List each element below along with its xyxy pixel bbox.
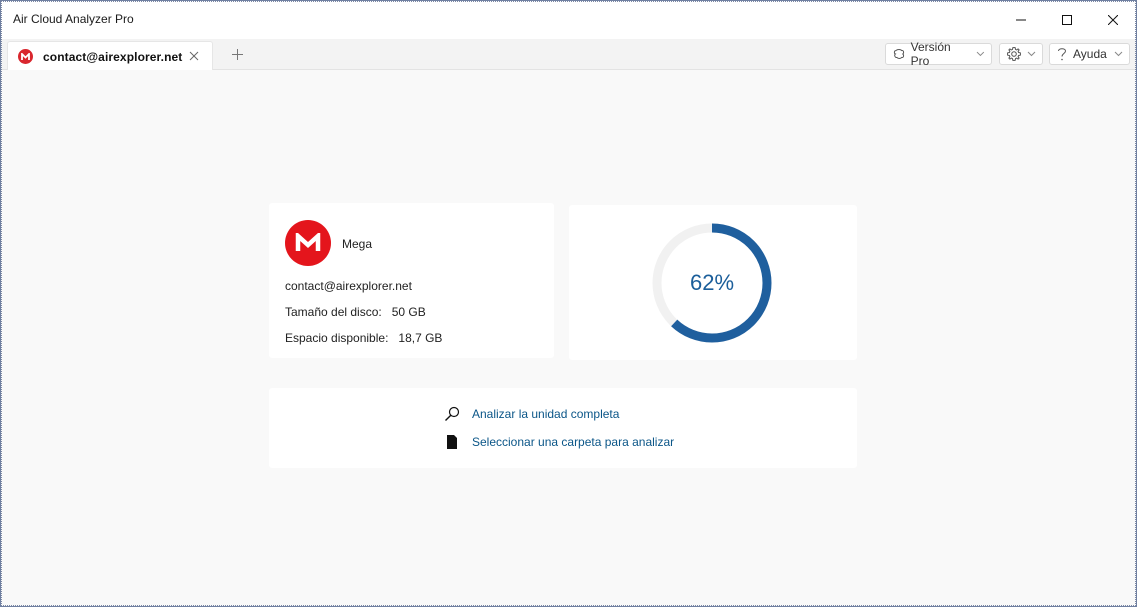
help-button[interactable]: Ayuda [1049, 43, 1130, 65]
minimize-icon [1016, 19, 1026, 21]
settings-button[interactable] [999, 43, 1043, 65]
chevron-down-icon [976, 51, 985, 57]
close-icon [1108, 15, 1118, 25]
disk-size-label: Tamaño del disco: [285, 305, 382, 319]
usage-percent: 62% [689, 270, 735, 295]
add-tab-icon[interactable] [231, 48, 244, 61]
mega-logo-icon [18, 49, 33, 64]
maximize-icon [1062, 15, 1072, 25]
question-icon [1058, 48, 1067, 61]
free-space-value: 18,7 GB [398, 331, 443, 345]
analyze-drive-link[interactable]: Analizar la unidad completa [444, 405, 619, 423]
gear-icon [1006, 46, 1022, 62]
chevron-down-icon [1114, 51, 1123, 57]
chevron-down-icon [1027, 51, 1036, 57]
app-window: Air Cloud Analyzer Pro contact@airexplor… [0, 0, 1137, 607]
tab-account[interactable]: contact@airexplorer.net [7, 41, 213, 70]
mega-logo-icon [285, 220, 331, 266]
account-card: Mega contact@airexplorer.net Tamaño del … [269, 203, 554, 358]
maximize-button[interactable] [1044, 1, 1090, 39]
close-button[interactable] [1090, 1, 1136, 39]
pro-version-label: Versión Pro [910, 40, 951, 68]
pro-version-button[interactable]: Versión Pro [885, 40, 992, 68]
analyze-drive-label: Analizar la unidad completa [472, 407, 620, 421]
help-label: Ayuda [1073, 47, 1107, 61]
minimize-button[interactable] [998, 1, 1044, 39]
free-space-row: Espacio disponible: 18,7 GB [285, 331, 442, 345]
disk-size-row: Tamaño del disco: 50 GB [285, 305, 426, 319]
usage-card: 62% [569, 205, 857, 360]
free-space-label: Espacio disponible: [285, 331, 389, 345]
tab-close-icon[interactable] [188, 50, 200, 62]
folder-icon [447, 435, 457, 449]
select-folder-link[interactable]: Seleccionar una carpeta para analizar [444, 433, 674, 451]
disk-size-value: 50 GB [391, 305, 426, 319]
search-icon [445, 406, 460, 421]
service-name: Mega [342, 237, 373, 251]
window-title: Air Cloud Analyzer Pro [13, 12, 134, 26]
tab-bar: contact@airexplorer.net Versión Pro Ayud… [1, 39, 1136, 70]
title-bar: Air Cloud Analyzer Pro [1, 1, 1136, 39]
actions-card: Analizar la unidad completa Seleccionar … [269, 388, 857, 468]
tab-label: contact@airexplorer.net [43, 50, 183, 64]
select-folder-label: Seleccionar una carpeta para analizar [472, 435, 675, 449]
account-email: contact@airexplorer.net [285, 279, 412, 293]
crown-icon [893, 49, 905, 59]
